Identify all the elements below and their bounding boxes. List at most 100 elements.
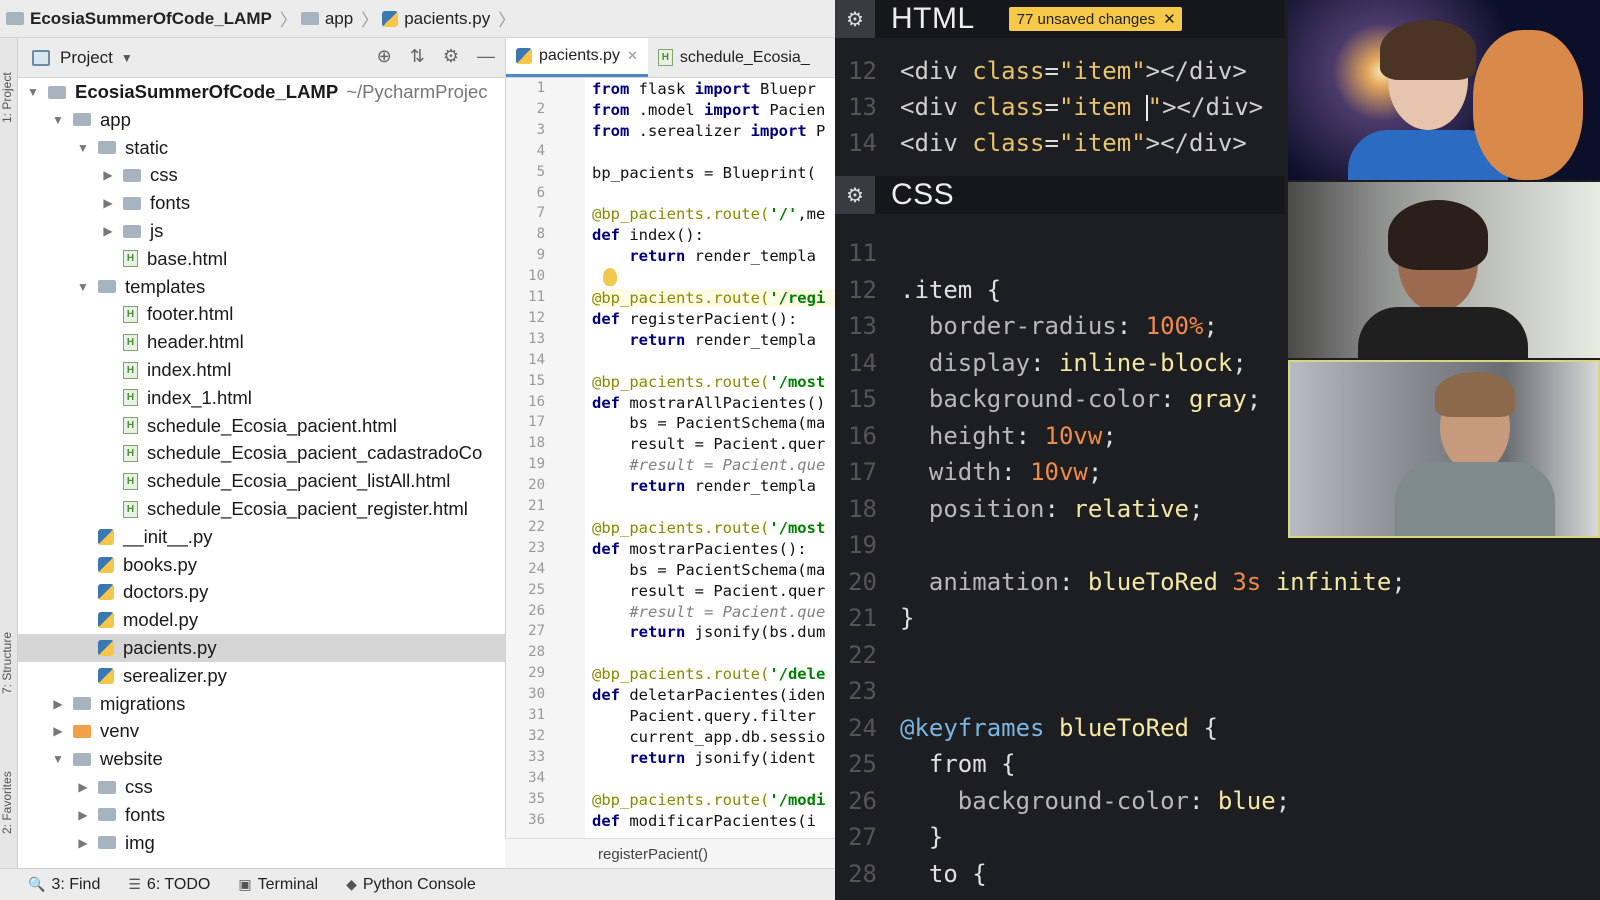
- tree-item[interactable]: pacients.py: [18, 634, 505, 662]
- tree-item[interactable]: Hindex.html: [18, 356, 505, 384]
- code-line[interactable]: [900, 641, 914, 669]
- tree-item[interactable]: Hschedule_Ecosia_pacient_listAll.html: [18, 467, 505, 495]
- code-line[interactable]: animation: blueToRed 3s infinite;: [900, 568, 1406, 596]
- code-line[interactable]: <div class="item"></div>: [900, 57, 1247, 85]
- code-line[interactable]: from .model import Pacien: [592, 101, 835, 119]
- collapse-arrow-icon[interactable]: ▶: [51, 724, 65, 738]
- gear-icon[interactable]: ⚙: [443, 46, 459, 67]
- tree-item[interactable]: Hschedule_Ecosia_pacient_register.html: [18, 495, 505, 523]
- tree-item[interactable]: ▼ templates: [18, 273, 505, 301]
- code-line[interactable]: Pacient.query.filter: [592, 707, 835, 725]
- code-line[interactable]: result = Pacient.quer: [592, 582, 835, 600]
- function-breadcrumb[interactable]: registerPacient(): [505, 838, 835, 868]
- editor-tab[interactable]: pacients.py ✕: [506, 38, 648, 77]
- code-line[interactable]: bs = PacientSchema(ma: [592, 561, 835, 579]
- lightbulb-icon[interactable]: [603, 268, 617, 286]
- code-line[interactable]: from flask import Bluepr: [592, 80, 835, 98]
- project-tool-button[interactable]: 1: Project: [0, 48, 18, 148]
- tree-item[interactable]: Hfooter.html: [18, 300, 505, 328]
- close-icon[interactable]: ✕: [1163, 10, 1176, 28]
- code-line[interactable]: position: relative;: [900, 495, 1204, 523]
- tree-item[interactable]: ▼ app: [18, 106, 505, 134]
- code-line[interactable]: @bp_pacients.route('/modi: [592, 791, 835, 809]
- collapse-arrow-icon[interactable]: ▶: [51, 697, 65, 711]
- code-line[interactable]: [592, 143, 835, 161]
- code-line[interactable]: def index():: [592, 226, 835, 244]
- editor-tab[interactable]: Hschedule_Ecosia_: [648, 38, 820, 77]
- code-line[interactable]: [592, 268, 835, 286]
- tree-item[interactable]: Hbase.html: [18, 245, 505, 273]
- gear-icon[interactable]: ⚙: [835, 0, 875, 38]
- breadcrumb-project[interactable]: EcosiaSummerOfCode_LAMP: [6, 9, 272, 29]
- tree-item[interactable]: Hschedule_Ecosia_pacient.html: [18, 412, 505, 440]
- tree-item[interactable]: ▶ migrations: [18, 690, 505, 718]
- code-line[interactable]: def mostrarPacientes():: [592, 540, 835, 558]
- tool-button-python[interactable]: ◆ Python Console: [346, 876, 476, 894]
- hide-icon[interactable]: —: [477, 46, 495, 67]
- expand-arrow-icon[interactable]: ▼: [76, 141, 90, 155]
- code-line[interactable]: #result = Pacient.que: [592, 456, 835, 474]
- tree-item[interactable]: ▼ EcosiaSummerOfCode_LAMP ~/PycharmProjec: [18, 78, 505, 106]
- tree-item[interactable]: Hindex_1.html: [18, 384, 505, 412]
- code-line[interactable]: }: [900, 604, 914, 632]
- code-line[interactable]: current_app.db.sessio: [592, 728, 835, 746]
- tool-button-list[interactable]: ☰ 6: TODO: [128, 876, 210, 894]
- collapse-arrow-icon[interactable]: ▶: [101, 168, 115, 182]
- collapse-arrow-icon[interactable]: ▶: [76, 808, 90, 822]
- code-line[interactable]: from .serealizer import P: [592, 122, 835, 140]
- code-line[interactable]: [592, 644, 835, 662]
- code-line[interactable]: return render_templa: [592, 477, 835, 495]
- code-line[interactable]: [900, 531, 914, 559]
- code-line[interactable]: @bp_pacients.route('/most: [592, 519, 835, 537]
- tree-item[interactable]: ▶ venv: [18, 717, 505, 745]
- tree-item[interactable]: ▶ img: [18, 829, 505, 857]
- collapse-arrow-icon[interactable]: ▶: [76, 836, 90, 850]
- code-line[interactable]: @bp_pacients.route('/most: [592, 373, 835, 391]
- code-line[interactable]: return render_templa: [592, 247, 835, 265]
- tree-item[interactable]: books.py: [18, 551, 505, 579]
- structure-tool-button[interactable]: 7: Structure: [0, 598, 18, 728]
- code-line[interactable]: return jsonify(bs.dum: [592, 623, 835, 641]
- code-line[interactable]: def deletarPacientes(iden: [592, 686, 835, 704]
- code-line[interactable]: }: [900, 823, 943, 851]
- code-line[interactable]: def modificarPacientes(i: [592, 812, 835, 830]
- code-line[interactable]: [900, 677, 914, 705]
- tool-button-search[interactable]: 🔍 3: Find: [28, 876, 100, 894]
- expand-arrow-icon[interactable]: ▼: [51, 113, 65, 127]
- collapse-arrow-icon[interactable]: ▶: [76, 780, 90, 794]
- tree-item[interactable]: ▶ css: [18, 161, 505, 189]
- collapse-arrow-icon[interactable]: ▶: [101, 224, 115, 238]
- tree-item[interactable]: __init__.py: [18, 523, 505, 551]
- code-line[interactable]: background-color: gray;: [900, 385, 1261, 413]
- code-line[interactable]: return render_templa: [592, 331, 835, 349]
- code-line[interactable]: #result = Pacient.que: [592, 603, 835, 621]
- expand-arrow-icon[interactable]: ▼: [26, 85, 40, 99]
- close-icon[interactable]: ✕: [627, 48, 638, 64]
- expand-arrow-icon[interactable]: ▼: [51, 752, 65, 766]
- code-line[interactable]: border-radius: 100%;: [900, 312, 1218, 340]
- tree-item[interactable]: ▼ static: [18, 134, 505, 162]
- tree-item[interactable]: doctors.py: [18, 578, 505, 606]
- project-panel-title[interactable]: Project: [60, 48, 113, 68]
- code-line[interactable]: width: 10vw;: [900, 458, 1102, 486]
- tree-item[interactable]: model.py: [18, 606, 505, 634]
- code-line[interactable]: result = Pacient.quer: [592, 435, 835, 453]
- breadcrumb-file[interactable]: pacients.py: [382, 9, 490, 29]
- code-line[interactable]: <div class="item "></div>: [900, 93, 1263, 121]
- code-line[interactable]: [592, 498, 835, 516]
- code-line[interactable]: to {: [900, 860, 987, 888]
- code-line[interactable]: <div class="item"></div>: [900, 129, 1247, 157]
- tree-item[interactable]: Hschedule_Ecosia_pacient_cadastradoCo: [18, 439, 505, 467]
- code-line[interactable]: display: inline-block;: [900, 349, 1247, 377]
- code-line[interactable]: bp_pacients = Blueprint(: [592, 164, 835, 182]
- gear-icon[interactable]: ⚙: [835, 176, 875, 214]
- favorites-tool-button[interactable]: 2: Favorites: [0, 748, 18, 858]
- tool-button-terminal[interactable]: ▣ Terminal: [238, 876, 318, 894]
- chevron-down-icon[interactable]: ▼: [121, 51, 133, 65]
- code-line[interactable]: .item {: [900, 276, 1001, 304]
- code-line[interactable]: background-color: blue;: [900, 787, 1290, 815]
- tree-item[interactable]: Hheader.html: [18, 328, 505, 356]
- collapse-all-icon[interactable]: ⇅: [410, 46, 425, 67]
- code-line[interactable]: @keyframes blueToRed {: [900, 714, 1218, 742]
- code-line[interactable]: @bp_pacients.route('/dele: [592, 665, 835, 683]
